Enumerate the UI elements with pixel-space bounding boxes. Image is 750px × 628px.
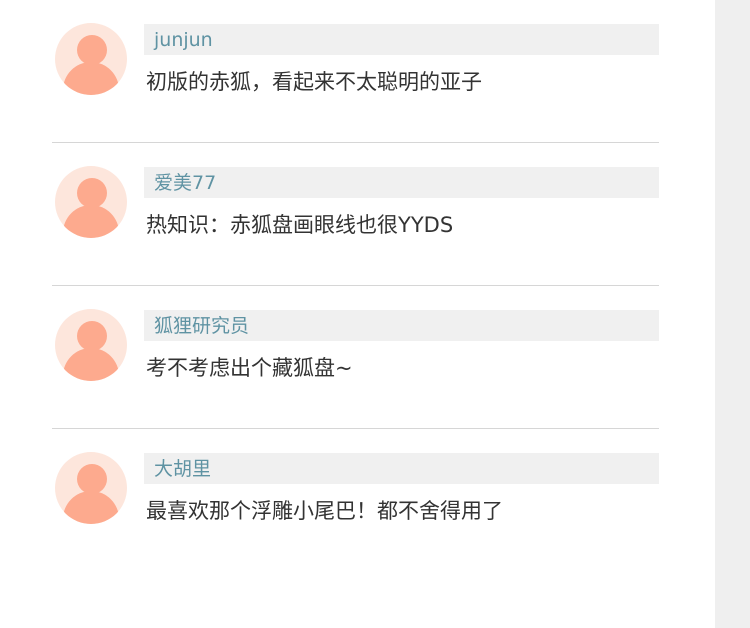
- comment-username[interactable]: junjun: [144, 24, 659, 55]
- comments-page: junjun 初版的赤狐，看起来不太聪明的亚子 爱美77 热知识：赤狐盘画眼线也…: [0, 0, 750, 628]
- comment-text: 考不考虑出个藏狐盘~: [146, 356, 353, 380]
- avatar-body-shape: [63, 491, 119, 524]
- user-avatar-icon[interactable]: [55, 166, 127, 238]
- comment-item: 爱美77 热知识：赤狐盘画眼线也很YYDS: [52, 143, 659, 286]
- comment-item: 狐狸研究员 考不考虑出个藏狐盘~: [52, 286, 659, 429]
- avatar-head-shape: [77, 178, 107, 208]
- avatar-head-shape: [77, 35, 107, 65]
- comment-username[interactable]: 狐狸研究员: [144, 310, 659, 341]
- comment-username[interactable]: 爱美77: [144, 167, 659, 198]
- comment-list: junjun 初版的赤狐，看起来不太聪明的亚子 爱美77 热知识：赤狐盘画眼线也…: [52, 0, 659, 572]
- avatar-head-shape: [77, 464, 107, 494]
- avatar-body-shape: [63, 62, 119, 95]
- user-avatar-icon[interactable]: [55, 23, 127, 95]
- comment-text: 初版的赤狐，看起来不太聪明的亚子: [146, 70, 482, 94]
- comment-item: 大胡里 最喜欢那个浮雕小尾巴！都不舍得用了: [52, 429, 659, 572]
- comment-text: 最喜欢那个浮雕小尾巴！都不舍得用了: [146, 499, 503, 523]
- avatar-head-shape: [77, 321, 107, 351]
- comment-text: 热知识：赤狐盘画眼线也很YYDS: [146, 213, 454, 237]
- comment-username[interactable]: 大胡里: [144, 453, 659, 484]
- user-avatar-icon[interactable]: [55, 452, 127, 524]
- avatar-body-shape: [63, 348, 119, 381]
- user-avatar-icon[interactable]: [55, 309, 127, 381]
- side-panel: [715, 0, 750, 628]
- avatar-body-shape: [63, 205, 119, 238]
- comment-item: junjun 初版的赤狐，看起来不太聪明的亚子: [52, 0, 659, 143]
